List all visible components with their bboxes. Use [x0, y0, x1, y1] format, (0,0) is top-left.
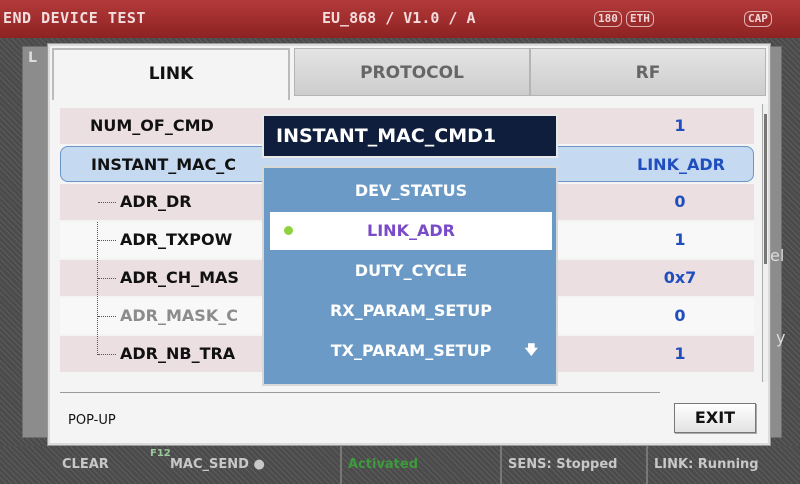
selected-dot-icon [284, 226, 293, 235]
row-label: NUM_OF_CMD [90, 116, 214, 135]
exit-button[interactable]: EXIT [674, 403, 756, 433]
bottom-status-bar: CLEAR F12 MAC_SEND ● Activated SENS: Sto… [0, 446, 800, 484]
tree-connector [98, 202, 116, 203]
tree-connector [98, 354, 116, 355]
clear-button[interactable]: CLEAR [56, 446, 109, 484]
tab-rf[interactable]: RF [530, 48, 766, 96]
title-bar: END DEVICE TEST EU_868 / V1.0 / A 180 ET… [0, 0, 800, 38]
status-badge-eth: ETH [626, 11, 654, 27]
region-version: EU_868 / V1.0 / A [322, 9, 476, 27]
row-label: ADR_MASK_C [120, 306, 238, 325]
row-value: 0 [674, 306, 686, 325]
tab-link[interactable]: LINK [52, 48, 290, 100]
activated-status: Activated [340, 446, 418, 484]
tree-connector [98, 240, 116, 241]
popup-mode-label: POP-UP [68, 413, 116, 428]
row-label: ADR_DR [120, 192, 192, 211]
option-rx-param-setup[interactable]: RX_PARAM_SETUP [270, 292, 552, 330]
row-value: 0x7 [663, 268, 697, 287]
tab-protocol[interactable]: PROTOCOL [294, 48, 530, 96]
popup-options: DEV_STATUS LINK_ADR DUTY_CYCLE RX_PARAM_… [262, 166, 558, 386]
footer-divider [60, 392, 660, 393]
background-fragment-y: y [776, 328, 786, 347]
row-label: ADR_CH_MAS [120, 268, 239, 287]
option-link-adr[interactable]: LINK_ADR [270, 212, 552, 250]
row-label: ADR_TXPOW [120, 230, 233, 249]
row-label: ADR_NB_TRA [120, 344, 236, 363]
option-label: DEV_STATUS [354, 181, 468, 200]
link-status: LINK: Running [646, 446, 759, 484]
mac-cmd-popup: INSTANT_MAC_CMD1 DEV_STATUS LINK_ADR DUT… [262, 114, 558, 386]
mac-send-button[interactable]: MAC_SEND ● [164, 446, 265, 484]
background-letter: L [28, 50, 37, 66]
tree-line [97, 222, 98, 355]
tree-connector [98, 278, 116, 279]
option-label: LINK_ADR [367, 221, 455, 240]
row-label: INSTANT_MAC_C [91, 155, 237, 174]
option-label: TX_PARAM_SETUP [330, 341, 492, 360]
tree-connector [98, 316, 116, 317]
background-fragment-el: el [770, 246, 785, 265]
scroll-down-arrow-icon[interactable]: 🡇 [525, 332, 538, 370]
row-value: 1 [674, 116, 686, 135]
row-value: 0 [674, 192, 686, 211]
scrollbar-thumb[interactable] [764, 114, 767, 264]
row-value: 1 [674, 344, 686, 363]
option-dev-status[interactable]: DEV_STATUS [270, 172, 552, 210]
status-badge-180: 180 [594, 11, 622, 27]
status-badge-cap: CAP [744, 11, 772, 27]
option-duty-cycle[interactable]: DUTY_CYCLE [270, 252, 552, 290]
row-value: LINK_ADR [637, 155, 725, 174]
option-label: RX_PARAM_SETUP [329, 301, 492, 320]
row-value: 1 [674, 230, 686, 249]
popup-title: INSTANT_MAC_CMD1 [262, 114, 558, 158]
sens-status: SENS: Stopped [500, 446, 617, 484]
app-title: END DEVICE TEST [3, 9, 146, 27]
option-tx-param-setup[interactable]: TX_PARAM_SETUP 🡇 [270, 332, 552, 370]
option-label: DUTY_CYCLE [354, 261, 468, 280]
